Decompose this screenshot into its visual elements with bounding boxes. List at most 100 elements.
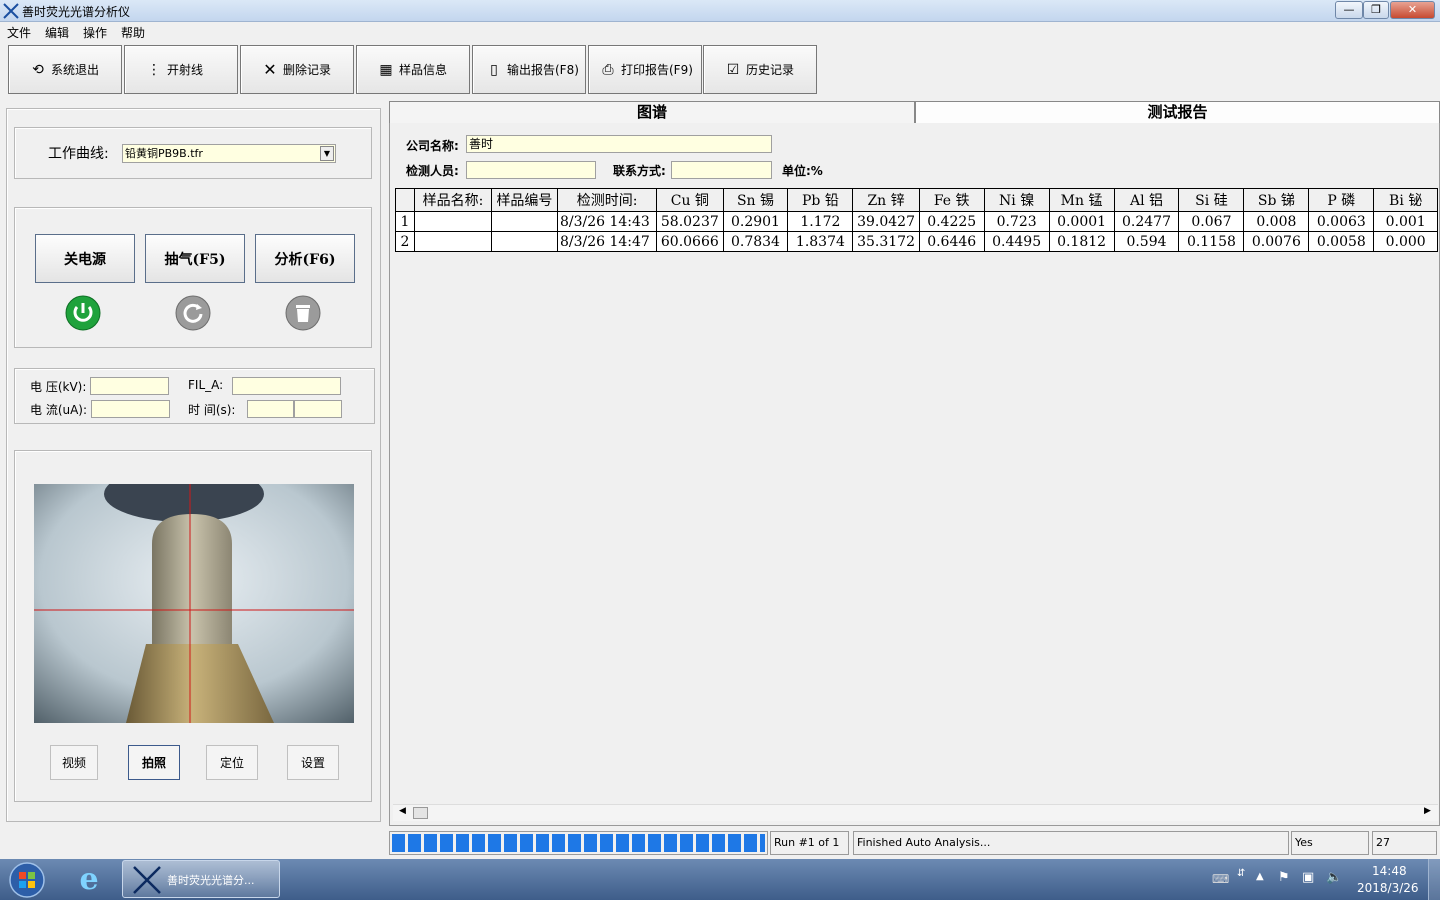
video-button[interactable]: 视频 (50, 745, 98, 780)
volume-icon[interactable]: 🔈 (1326, 870, 1342, 885)
column-header[interactable]: Bi 铋 (1373, 188, 1438, 212)
run-status: Run #1 of 1 (770, 831, 849, 855)
inspector-label: 检测人员: (406, 164, 459, 178)
pump-button[interactable]: 抽气(F5) (145, 234, 245, 283)
column-header[interactable]: Sn 锡 (722, 188, 789, 212)
status-count: 27 (1372, 831, 1437, 855)
start-button-icon[interactable] (8, 861, 46, 899)
tab-report[interactable]: 测试报告 (915, 101, 1440, 123)
table-row[interactable]: 2 8/3/26 14:47 60.0666 0.7834 1.8374 35.3172 0… (394, 231, 1438, 252)
contact-field[interactable] (671, 161, 772, 179)
column-header[interactable]: 样品编号 (490, 188, 558, 212)
row-index: 2 (394, 231, 416, 252)
export-report-button[interactable]: ▯ 输出报告(F8) (472, 45, 586, 94)
horizontal-scrollbar[interactable]: ◀ ▶ (393, 804, 1438, 821)
current-field[interactable] (91, 400, 170, 418)
tab-spectrum[interactable]: 图谱 (389, 101, 915, 123)
column-header[interactable]: 样品名称: (414, 188, 492, 212)
column-header[interactable]: Pb 铅 (787, 188, 854, 212)
column-header[interactable] (394, 188, 416, 212)
tray-expand-icon[interactable]: ▲ (1256, 871, 1264, 882)
keyboard-icon[interactable]: ⌨ (1212, 872, 1229, 886)
show-desktop-button[interactable] (1428, 859, 1440, 900)
row-index: 1 (394, 211, 416, 232)
clock-time[interactable]: 14:48 (1372, 864, 1407, 878)
network-icon[interactable]: ▣ (1302, 870, 1314, 885)
table-cell: 0.7834 (722, 231, 789, 252)
document-icon: ▯ (490, 61, 498, 78)
minimize-button[interactable]: — (1335, 1, 1363, 19)
scroll-left-icon[interactable]: ◀ (399, 806, 406, 816)
close-button[interactable]: ✕ (1390, 1, 1435, 19)
printer-icon: ⎙ (602, 61, 614, 78)
table-row[interactable]: 1 8/3/26 14:43 58.0237 0.2901 1.172 39.0427 0.… (394, 211, 1438, 232)
settings-button[interactable]: 设置 (287, 745, 339, 780)
table-cell: 0.2477 (1113, 211, 1180, 232)
scroll-thumb[interactable] (413, 807, 428, 819)
table-cell: 0.4495 (983, 231, 1050, 252)
column-header[interactable]: Fe 铁 (918, 188, 985, 212)
column-header[interactable]: Mn 锰 (1048, 188, 1115, 212)
fil-field[interactable] (232, 377, 341, 395)
analyze-button[interactable]: 分析(F6) (255, 234, 355, 283)
table-cell: 0.0058 (1308, 231, 1375, 252)
table-cell: 0.2901 (722, 211, 789, 232)
power-icon (65, 295, 101, 331)
flag-icon[interactable]: ⚑ (1278, 870, 1290, 885)
params-group: 电 压(kV): FIL_A: 电 流(uA): 时 间(s): (14, 368, 375, 424)
contact-label: 联系方式: (613, 164, 666, 178)
time-label: 时 间(s): (188, 403, 236, 417)
table-cell: 35.3172 (852, 231, 920, 252)
table-cell: 58.0237 (656, 211, 724, 232)
time-field-2[interactable] (294, 400, 342, 418)
table-cell: 0.0001 (1048, 211, 1115, 232)
voltage-label: 电 压(kV): (30, 380, 87, 394)
history-button[interactable]: ☑ 历史记录 (703, 45, 817, 94)
table-cell: 0.0076 (1243, 231, 1310, 252)
column-header[interactable]: Sb 锑 (1243, 188, 1310, 212)
results-grid[interactable]: 样品名称: 样品编号 检测时间: Cu 铜 Sn 锡 Pb 铅 Zn 锌 Fe 铁 Ni 镍 Mn… (393, 188, 1438, 805)
status-flag: Yes (1291, 831, 1369, 855)
time-field-1[interactable] (247, 400, 294, 418)
menu-help[interactable]: 帮助 (114, 22, 152, 41)
table-cell: 0.594 (1113, 231, 1180, 252)
tray-arrows-icon[interactable]: ⇵ (1237, 868, 1245, 879)
delete-icon: ✕ (263, 60, 277, 79)
locate-button[interactable]: 定位 (206, 745, 258, 780)
table-cell (414, 231, 492, 252)
maximize-button[interactable]: ❐ (1363, 1, 1389, 19)
unit-label: 单位:% (782, 164, 823, 178)
photo-button[interactable]: 拍照 (128, 745, 180, 780)
sample-info-button[interactable]: ▦ 样品信息 (356, 45, 470, 94)
column-header[interactable]: Al 铝 (1113, 188, 1180, 212)
column-header[interactable]: Ni 镍 (983, 188, 1050, 212)
column-header[interactable]: Si 硅 (1178, 188, 1245, 212)
ie-icon[interactable]: e (72, 864, 106, 896)
company-field[interactable]: 善时 (466, 135, 772, 153)
power-off-button[interactable]: 关电源 (35, 234, 135, 283)
column-header[interactable]: 检测时间: (556, 188, 658, 212)
column-header[interactable]: Cu 铜 (656, 188, 724, 212)
voltage-field[interactable] (90, 377, 169, 395)
column-header[interactable]: P 磷 (1308, 188, 1375, 212)
table-cell: 0.1158 (1178, 231, 1245, 252)
xray-on-button[interactable]: ⋮ 开射线 (124, 45, 238, 94)
menu-operate[interactable]: 操作 (76, 22, 114, 41)
menu-file[interactable]: 文件 (0, 22, 38, 41)
column-header[interactable]: Zn 锌 (852, 188, 920, 212)
app-logo-icon (133, 866, 161, 894)
exit-button[interactable]: ⟲ 系统退出 (8, 45, 122, 94)
scroll-right-icon[interactable]: ▶ (1424, 806, 1431, 816)
clock-date[interactable]: 2018/3/26 (1357, 881, 1419, 895)
table-cell: 0.000 (1373, 231, 1438, 252)
table-cell: 60.0666 (656, 231, 724, 252)
taskbar-app-button[interactable]: 善时荧光光谱分... (122, 860, 280, 898)
exit-icon: ⟲ (32, 61, 44, 78)
menu-edit[interactable]: 编辑 (38, 22, 76, 41)
delete-record-button[interactable]: ✕ 删除记录 (240, 45, 354, 94)
inspector-field[interactable] (466, 161, 596, 179)
print-report-button[interactable]: ⎙ 打印报告(F9) (588, 45, 702, 94)
curve-select[interactable]: 铅黄铜PB9B.tfr ▼ (122, 144, 336, 163)
progress-bar (389, 831, 768, 855)
chevron-down-icon[interactable]: ▼ (320, 146, 334, 161)
